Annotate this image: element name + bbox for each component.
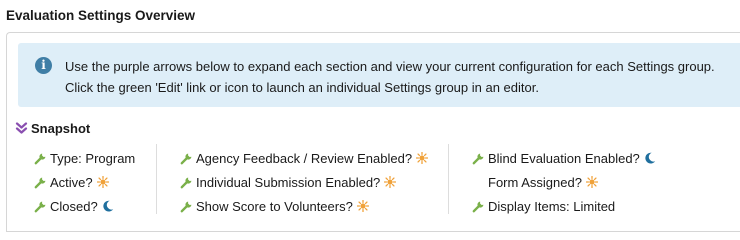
wrench-edit-icon[interactable] [472, 200, 485, 213]
page-title: Evaluation Settings Overview [6, 8, 196, 23]
snapshot-item: Form Assigned? [472, 170, 656, 194]
snapshot-column-1: Type: Program Active? Closed? [34, 146, 135, 218]
sun-icon [96, 176, 109, 188]
snapshot-item[interactable]: Agency Feedback / Review Enabled? [180, 146, 429, 170]
sun-icon [416, 152, 429, 164]
wrench-edit-icon[interactable] [180, 176, 193, 189]
wrench-edit-icon[interactable] [180, 152, 193, 165]
snapshot-item[interactable]: Show Score to Volunteers? [180, 194, 428, 218]
snapshot-item[interactable]: Active? [34, 170, 135, 194]
snapshot-item-label: Type: Program [50, 150, 136, 166]
snapshot-item-label: Individual Submission Enabled? [196, 174, 381, 190]
snapshot-item[interactable]: Type: Program [34, 146, 135, 170]
wrench-edit-icon[interactable] [34, 152, 47, 165]
snapshot-item-label: Display Items: Limited [488, 198, 616, 214]
moon-icon [645, 152, 655, 164]
snapshot-item[interactable]: Individual Submission Enabled? [180, 170, 428, 194]
column-divider [448, 144, 449, 214]
snapshot-item-label: Form Assigned? [488, 174, 582, 190]
snapshot-header[interactable]: Snapshot [15, 120, 90, 136]
snapshot-item-label: Active? [50, 174, 93, 190]
sun-icon [384, 176, 397, 188]
snapshot-column-2: Agency Feedback / Review Enabled? Individ… [180, 146, 429, 218]
moon-icon [103, 200, 113, 212]
snapshot-item[interactable]: Display Items: Limited [472, 194, 656, 218]
column-divider [156, 144, 157, 214]
sun-icon [585, 176, 598, 188]
snapshot-item[interactable]: Blind Evaluation Enabled? [472, 146, 656, 170]
expand-chevron-icon[interactable] [15, 121, 28, 135]
snapshot-title: Snapshot [31, 120, 91, 136]
snapshot-item[interactable]: Closed? [34, 194, 135, 218]
snapshot-item-label: Closed? [50, 198, 98, 214]
wrench-edit-icon[interactable] [472, 152, 485, 165]
snapshot-item-label: Show Score to Volunteers? [196, 198, 353, 214]
snapshot-column-3: Blind Evaluation Enabled? Form Assigned? D… [472, 146, 656, 218]
info-banner: i Use the purple arrows below to expand … [18, 43, 740, 107]
info-icon: i [35, 57, 52, 74]
sun-icon [356, 200, 369, 212]
wrench-edit-icon[interactable] [180, 200, 193, 213]
info-text-line-2: Click the green 'Edit' link or icon to l… [65, 80, 539, 95]
wrench-edit-icon[interactable] [34, 200, 47, 213]
snapshot-item-label: Agency Feedback / Review Enabled? [196, 150, 413, 166]
wrench-edit-icon[interactable] [34, 176, 47, 189]
snapshot-item-label: Blind Evaluation Enabled? [488, 150, 640, 166]
info-text-line-1: Use the purple arrows below to expand ea… [65, 59, 715, 74]
